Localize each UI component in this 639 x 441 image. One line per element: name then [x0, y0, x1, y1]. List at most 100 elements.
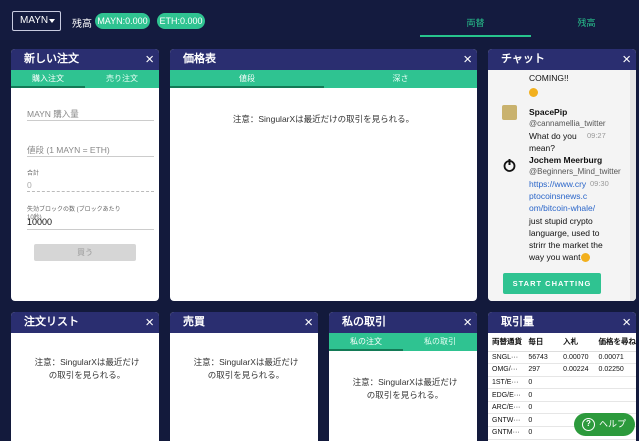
- order-tabs: 購入注文 売り注文: [11, 70, 159, 88]
- chevron-down-icon: [49, 19, 55, 23]
- table-row[interactable]: SNGL··· 56743 0.00070 0.00071: [488, 351, 636, 365]
- chat-link[interactable]: ptocoinsnews.c: [529, 190, 587, 202]
- close-icon[interactable]: ×: [145, 49, 154, 70]
- table-cell: 297: [524, 363, 560, 377]
- order-list-panel: 注文リスト × 注意：SingularXは最近だけの取引を見られる。: [11, 312, 159, 441]
- emoji-icon: [529, 88, 538, 97]
- tab-depth[interactable]: 深さ: [324, 70, 477, 88]
- trades-panel: 売買 × 注意：SingularXは最近だけの取引を見られる。: [170, 312, 318, 441]
- emoji-icon: [581, 253, 590, 262]
- active-tab-indicator: [170, 86, 324, 88]
- column-header[interactable]: 入札: [559, 333, 595, 352]
- balance-eth-badge: ETH:0.000: [157, 13, 205, 29]
- amount-underline: [27, 120, 154, 121]
- chat-link[interactable]: om/bitcoin-whale/: [529, 202, 595, 214]
- my-trades-tabs: 私の注文 私の取引: [329, 333, 477, 351]
- chat-timestamp: 09:27: [587, 131, 606, 140]
- chat-message-text: strirr the market the: [529, 240, 603, 250]
- tab-my-trades[interactable]: 私の取引: [403, 333, 477, 351]
- chat-message-text: COMING!!: [529, 73, 569, 83]
- table-row[interactable]: EDG/E··· 0: [488, 388, 636, 402]
- table-cell: 0: [524, 388, 560, 402]
- chat-author-name: SpacePip: [529, 107, 568, 117]
- buy-button[interactable]: 買う: [34, 244, 136, 261]
- tab-exchange[interactable]: 両替: [420, 16, 531, 29]
- chat-message-text: What do you: [529, 131, 577, 141]
- chat-message-text: way you want: [529, 252, 581, 262]
- avatar: [502, 105, 517, 120]
- expiry-underline: [27, 229, 154, 230]
- close-icon[interactable]: ×: [304, 312, 313, 333]
- panel-header: 私の取引 ×: [329, 312, 477, 333]
- column-header[interactable]: 毎日: [524, 333, 560, 352]
- start-chatting-button[interactable]: START CHATTING: [503, 273, 601, 294]
- panel-header: 売買 ×: [170, 312, 318, 333]
- price-input[interactable]: 値段 (1 MAYN = ETH): [27, 144, 110, 156]
- table-cell: 0.00071: [594, 351, 636, 365]
- chat-panel: チャット × COMING!! SpacePip @cannamellia_tw…: [488, 49, 636, 301]
- chat-scrollbar[interactable]: [630, 70, 636, 301]
- table-row[interactable]: OMG/··· 297 0.00224 0.02250: [488, 363, 636, 377]
- column-header[interactable]: 価格を尋ね: [594, 333, 636, 352]
- total-underline: [27, 191, 154, 192]
- active-tab-indicator: [329, 349, 403, 351]
- table-cell: 56743: [524, 351, 560, 365]
- notice-text: 注意：SingularXは最近だけの取引を見られる。: [34, 357, 140, 380]
- chat-message-text: languarge, used to: [529, 228, 600, 238]
- my-trades-panel: 私の取引 × 私の注文 私の取引 注意：SingularXは最近だけの取引を見ら…: [329, 312, 477, 441]
- currency-select-value: MAYN: [20, 15, 49, 26]
- help-button[interactable]: ? ヘルプ: [574, 413, 635, 436]
- panel-title: チャット: [501, 53, 545, 65]
- new-order-panel: 新しい注文 × 購入注文 売り注文 MAYN 購入量 値段 (1 MAYN = …: [11, 49, 159, 301]
- panel-title: 売買: [183, 316, 205, 328]
- table-cell: GNTW···: [488, 413, 525, 428]
- expiry-input[interactable]: 10000: [27, 217, 52, 227]
- table-cell: 0.02250: [594, 363, 636, 377]
- table-cell: [559, 376, 595, 390]
- table-cell: [594, 388, 636, 402]
- chat-timestamp: 09:30: [590, 179, 609, 188]
- table-cell: EDG/E···: [488, 388, 525, 402]
- chat-message-text: just stupid crypto: [529, 216, 593, 226]
- price-underline: [27, 156, 154, 157]
- table-cell: OMG/···: [488, 363, 525, 377]
- table-cell: 1ST/E···: [488, 376, 525, 390]
- panel-title: 注文リスト: [24, 316, 79, 328]
- currency-select[interactable]: MAYN: [12, 11, 61, 31]
- chat-author-name: Jochem Meerburg: [529, 155, 603, 165]
- panel-title: 価格表: [183, 53, 216, 65]
- close-icon[interactable]: ×: [622, 49, 631, 70]
- panel-title: 新しい注文: [24, 53, 79, 65]
- balance-mayn-badge: MAYN:0.000: [95, 13, 150, 29]
- panel-header: チャット ×: [488, 49, 636, 70]
- amount-input[interactable]: MAYN 購入量: [27, 108, 79, 120]
- table-cell: 0: [524, 376, 560, 390]
- balance-label: 残高: [72, 19, 92, 30]
- panel-header: 新しい注文 ×: [11, 49, 159, 70]
- table-cell: 0.00224: [559, 363, 595, 377]
- close-icon[interactable]: ×: [622, 312, 631, 333]
- tab-sell-order[interactable]: 売り注文: [85, 70, 159, 88]
- top-bar: MAYN 残高 MAYN:0.000 ETH:0.000 両替 残高: [0, 0, 639, 40]
- chat-author-handle: @Beginners_Mind_twitter: [529, 167, 621, 176]
- question-icon: ?: [582, 418, 595, 431]
- table-cell: 0: [524, 413, 560, 428]
- close-icon[interactable]: ×: [463, 312, 472, 333]
- table-header-row: 両替通貨 毎日 入札 価格を尋ね: [488, 333, 636, 352]
- panel-header: 価格表 ×: [170, 49, 477, 70]
- close-icon[interactable]: ×: [145, 312, 154, 333]
- active-tab-indicator: [11, 86, 85, 88]
- chat-link[interactable]: https://www.cry: [529, 178, 586, 190]
- table-cell: ARC/E···: [488, 401, 525, 415]
- panel-title: 取引量: [501, 316, 534, 328]
- column-header[interactable]: 両替通貨: [488, 333, 525, 352]
- table-cell: GNTM···: [488, 426, 525, 440]
- table-cell: 0: [524, 426, 560, 440]
- table-cell: [594, 376, 636, 390]
- price-chart-panel: 価格表 × 値段 深さ 注意：SingularXは最近だけの取引を見られる。: [170, 49, 477, 301]
- active-tab-indicator: [420, 35, 531, 37]
- close-icon[interactable]: ×: [463, 49, 472, 70]
- table-cell: 0: [524, 401, 560, 415]
- tab-balance[interactable]: 残高: [531, 16, 639, 29]
- table-row[interactable]: 1ST/E··· 0: [488, 376, 636, 390]
